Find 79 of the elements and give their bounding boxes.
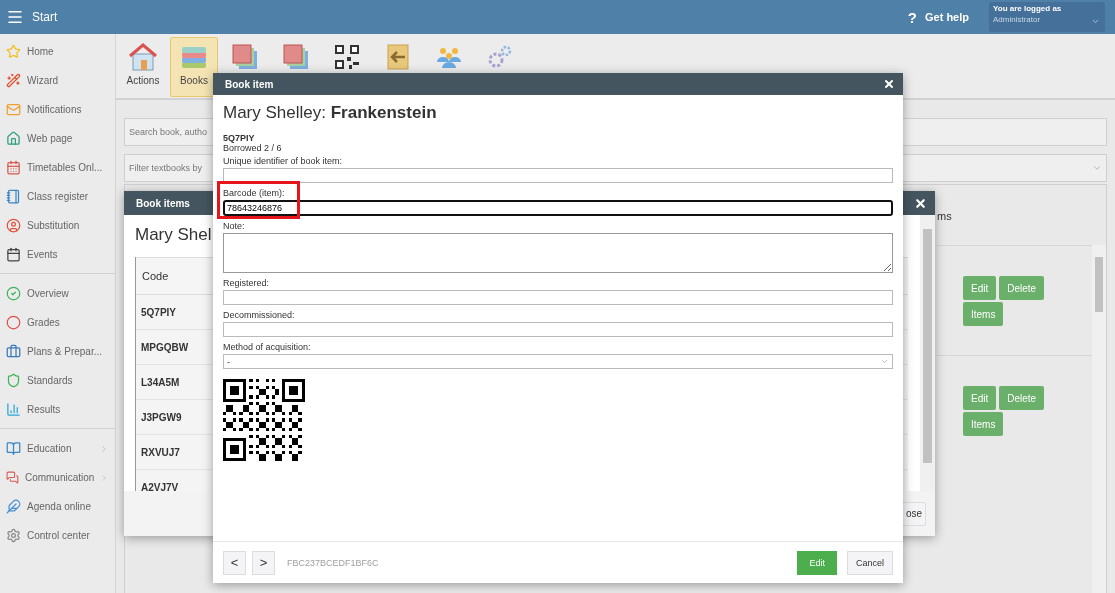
sidebar-item[interactable]: Class register <box>0 182 115 211</box>
help-icon: ? <box>907 8 917 26</box>
sidebar-item[interactable]: Education <box>0 434 115 463</box>
row-button[interactable]: Items <box>963 412 1004 436</box>
borrowed-count: Borrowed 2 / 6 <box>223 143 283 153</box>
qr-icon <box>332 42 362 72</box>
field-label: Unique identifier of book item: <box>223 156 343 166</box>
chat-icon <box>6 470 19 485</box>
row-button[interactable]: Items <box>963 302 1004 326</box>
dialog-title: Book item <box>225 78 274 90</box>
field-label: Registered: <box>223 278 271 288</box>
app-title: Start <box>32 10 59 24</box>
cancel-button[interactable]: Cancel <box>847 550 893 575</box>
toolbar-button[interactable]: Actions <box>119 37 167 97</box>
close-button[interactable] <box>914 196 927 210</box>
item-code: 5Q7PIY <box>223 133 256 143</box>
person-icon <box>6 218 21 233</box>
item-hash: FBC237BCEDF1BF6C <box>287 557 379 568</box>
input-field[interactable] <box>223 168 893 183</box>
caret-icon <box>1092 163 1102 173</box>
input-field[interactable] <box>223 322 893 337</box>
book-heading: Mary Shel <box>135 225 212 245</box>
pen-icon <box>6 499 21 514</box>
sidebar-item[interactable]: Control center <box>0 521 115 550</box>
settings-icon <box>6 528 21 543</box>
bar-chart-icon <box>6 402 21 417</box>
caret-icon <box>1091 17 1100 26</box>
sidebar-item[interactable]: Grades <box>0 308 115 337</box>
sidebar-item[interactable]: Substitution <box>0 211 115 240</box>
panel-heading: ms <box>937 209 952 224</box>
field-label: Note: <box>223 221 246 231</box>
select-field[interactable]: - <box>223 354 893 369</box>
toolbar-button[interactable]: Books <box>170 37 218 97</box>
book-icon <box>6 441 21 456</box>
sidebar-item[interactable]: Events <box>0 240 115 269</box>
sidebar-item[interactable]: Agenda online <box>0 492 115 521</box>
input-field[interactable] <box>223 290 893 305</box>
book-heading: Mary Shelley: Frankenstein <box>223 103 437 123</box>
envelope-icon <box>6 102 21 117</box>
row-button[interactable]: Edit <box>963 276 997 300</box>
sidebar-item[interactable]: Standards <box>0 366 115 395</box>
stacked-squares-icon <box>281 42 311 72</box>
dialog-title: Book items <box>136 197 190 209</box>
menu-icon[interactable] <box>6 8 24 26</box>
sidebar-item[interactable]: Wizard <box>0 66 115 95</box>
sidebar-item[interactable]: Overview <box>0 279 115 308</box>
shield-icon <box>6 373 21 388</box>
stacked-squares-icon <box>230 42 260 72</box>
user-menu[interactable]: You are logged as Administrator <box>989 2 1105 32</box>
notebook-icon <box>6 189 21 204</box>
row-button[interactable]: Delete <box>999 386 1045 410</box>
field-label: Decommissioned: <box>223 310 296 320</box>
check-icon <box>6 286 21 301</box>
sidebar-item[interactable]: Home <box>0 37 115 66</box>
help-link[interactable]: Get help <box>925 11 969 23</box>
row-button[interactable]: Delete <box>999 276 1045 300</box>
sidebar-item[interactable]: Web page <box>0 124 115 153</box>
close-button[interactable] <box>883 78 895 90</box>
row-button[interactable]: Edit <box>963 386 997 410</box>
house-icon <box>128 42 158 72</box>
input-field[interactable]: 78643246876 <box>223 200 893 216</box>
edit-button[interactable]: Edit <box>797 550 837 575</box>
star-icon <box>6 44 21 59</box>
house-icon <box>6 131 21 146</box>
wand-icon <box>6 73 21 88</box>
sidebar-item[interactable]: Communication <box>0 463 115 492</box>
calendar-icon <box>6 160 21 175</box>
sidebar-item[interactable]: Timetables Onl... <box>0 153 115 182</box>
sidebar-item[interactable]: Plans & Prepar... <box>0 337 115 366</box>
next-button[interactable]: > <box>252 550 275 575</box>
note-field[interactable] <box>223 233 893 273</box>
sidebar-item[interactable]: Notifications <box>0 95 115 124</box>
field-label: Barcode (item): <box>223 188 286 198</box>
briefcase-icon <box>6 344 21 359</box>
previous-button[interactable]: < <box>223 550 246 575</box>
caret-icon <box>880 357 889 366</box>
sidebar-item[interactable]: Results <box>0 395 115 424</box>
field-label: Method of acquisition: <box>223 342 312 352</box>
calendar-icon <box>6 247 21 262</box>
